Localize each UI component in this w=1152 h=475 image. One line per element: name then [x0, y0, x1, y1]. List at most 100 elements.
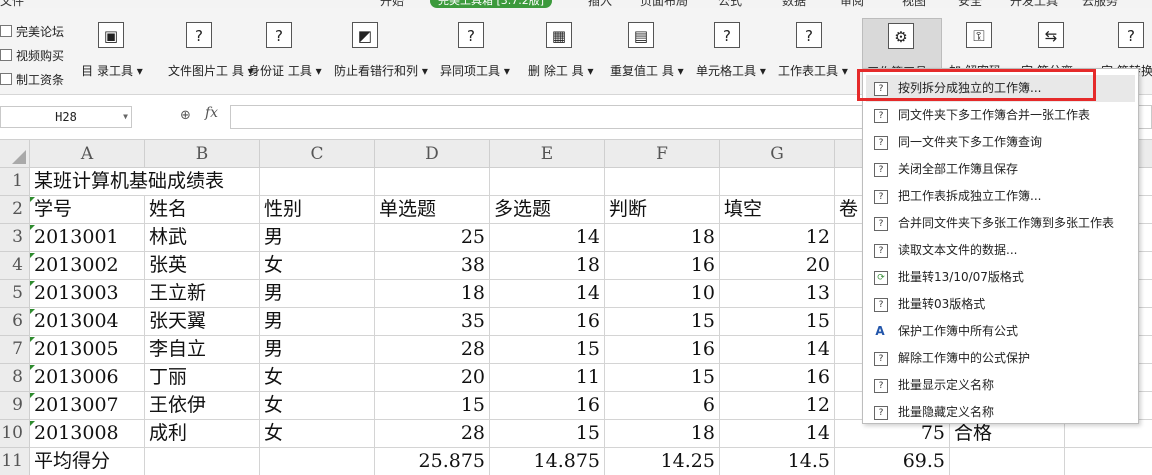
menu-item[interactable]: ? 解除工作簿中的公式保护 [866, 345, 1135, 372]
menu-tab[interactable]: 审阅 [840, 0, 864, 8]
select-all-corner[interactable] [0, 140, 30, 168]
menu-item[interactable]: ? 批量显示定义名称 [866, 372, 1135, 399]
checkbox[interactable] [0, 25, 12, 37]
sheet-cell[interactable]: 男 [260, 308, 375, 336]
sheet-cell[interactable]: 成利 [145, 420, 260, 448]
sheet-cell[interactable]: 丁丽 [145, 364, 260, 392]
sheet-cell[interactable]: 14.25 [605, 448, 720, 475]
ribbon-tool-button[interactable]: ? 文件图片工 具 ▾ [168, 18, 254, 80]
ribbon-tool-button[interactable]: ◩ 防止看错行和列 ▾ [334, 18, 428, 80]
sheet-cell[interactable]: 2013001 [30, 224, 145, 252]
sheet-cell[interactable]: 女 [260, 392, 375, 420]
sheet-cell[interactable]: 28 [375, 336, 490, 364]
menu-tab[interactable]: 视图 [902, 0, 926, 8]
sheet-cell[interactable]: 14 [720, 336, 835, 364]
column-header[interactable]: B [145, 140, 260, 168]
sheet-cell[interactable]: 15 [375, 392, 490, 420]
row-header[interactable]: 4 [0, 252, 30, 280]
sheet-cell[interactable]: 12 [720, 392, 835, 420]
sheet-cell[interactable] [605, 168, 720, 196]
checkbox[interactable] [0, 73, 12, 85]
sheet-cell[interactable]: 学号 [30, 196, 145, 224]
menu-item[interactable]: ⟳ 批量转13/10/07版格式 [866, 264, 1135, 291]
sheet-cell[interactable]: 性别 [260, 196, 375, 224]
sheet-cell[interactable]: 11 [490, 364, 605, 392]
sheet-cell[interactable] [145, 168, 260, 196]
row-header[interactable]: 5 [0, 280, 30, 308]
row-header[interactable]: 10 [0, 420, 30, 448]
sheet-cell[interactable]: 男 [260, 224, 375, 252]
sheet-cell[interactable]: 男 [260, 280, 375, 308]
menu-item[interactable]: A 保护工作簿中所有公式 [866, 318, 1135, 345]
checkbox[interactable] [0, 49, 12, 61]
sheet-cell[interactable]: 10 [605, 280, 720, 308]
ribbon-tool-button[interactable]: ? 异同项工具 ▾ [440, 18, 510, 80]
menu-item[interactable]: ? 关闭全部工作簿且保存 [866, 156, 1135, 183]
column-header[interactable]: A [30, 140, 145, 168]
sheet-cell[interactable]: 18 [375, 280, 490, 308]
ribbon-tool-button[interactable]: ▣ 目 录工具 ▾ [81, 18, 143, 80]
sheet-cell[interactable]: 25.875 [375, 448, 490, 475]
sheet-cell[interactable]: 20 [375, 364, 490, 392]
sheet-cell[interactable]: 判断 [605, 196, 720, 224]
row-header[interactable]: 7 [0, 336, 30, 364]
sheet-cell[interactable]: 男 [260, 336, 375, 364]
sheet-cell[interactable] [950, 448, 1065, 475]
sheet-cell[interactable] [1065, 448, 1152, 475]
row-header[interactable]: 3 [0, 224, 30, 252]
menu-tab[interactable]: 页面布局 [640, 0, 688, 8]
sheet-cell[interactable]: 女 [260, 252, 375, 280]
row-header[interactable]: 2 [0, 196, 30, 224]
sheet-cell[interactable] [260, 448, 375, 475]
sheet-cell[interactable]: 王立新 [145, 280, 260, 308]
ribbon-tool-button[interactable]: ▦ 删 除工 具 ▾ [528, 18, 593, 80]
sheet-cell[interactable]: 16 [490, 392, 605, 420]
column-header[interactable]: F [605, 140, 720, 168]
sheet-cell[interactable]: 单选题 [375, 196, 490, 224]
sheet-cell[interactable]: 平均得分 [30, 448, 145, 475]
sheet-cell[interactable]: 2013007 [30, 392, 145, 420]
name-box[interactable]: H28 ▼ [0, 106, 132, 128]
sheet-cell[interactable]: 林武 [145, 224, 260, 252]
menu-tab[interactable]: 开发工具 [1010, 0, 1058, 8]
sheet-cell[interactable]: 15 [605, 308, 720, 336]
column-header[interactable]: G [720, 140, 835, 168]
ribbon-tool-button[interactable]: ? 单元格工具 ▾ [696, 18, 766, 80]
column-header[interactable]: D [375, 140, 490, 168]
sheet-cell[interactable]: 多选题 [490, 196, 605, 224]
sheet-cell[interactable]: 女 [260, 420, 375, 448]
sheet-cell[interactable]: 15 [490, 336, 605, 364]
menu-tab[interactable]: 云服务 [1082, 0, 1118, 8]
sheet-cell[interactable]: 李自立 [145, 336, 260, 364]
menu-tab[interactable]: 完美工具箱 [3.7.2版] [430, 0, 553, 8]
sheet-cell[interactable] [260, 168, 375, 196]
sheet-cell[interactable]: 姓名 [145, 196, 260, 224]
menu-tab[interactable]: 公式 [718, 0, 742, 8]
sheet-cell[interactable]: 69.5 [835, 448, 950, 475]
row-header[interactable]: 6 [0, 308, 30, 336]
menu-item[interactable]: ? 同一文件夹下多工作簿查询 [866, 129, 1135, 156]
sheet-cell[interactable]: 12 [720, 224, 835, 252]
ribbon-option[interactable]: 完美论坛 [0, 22, 64, 42]
sheet-cell[interactable] [145, 448, 260, 475]
sheet-cell[interactable]: 25 [375, 224, 490, 252]
ribbon-option[interactable]: 视频购买 [0, 46, 64, 66]
sheet-cell[interactable]: 填空 [720, 196, 835, 224]
sheet-cell[interactable]: 15 [605, 364, 720, 392]
column-header[interactable]: E [490, 140, 605, 168]
menu-item[interactable]: ? 把工作表拆成独立工作簿... [866, 183, 1135, 210]
fx-icon[interactable]: fx [205, 105, 218, 121]
sheet-cell[interactable]: 38 [375, 252, 490, 280]
sheet-cell[interactable]: 15 [720, 308, 835, 336]
sheet-cell[interactable]: 张英 [145, 252, 260, 280]
column-header[interactable]: C [260, 140, 375, 168]
sheet-cell[interactable]: 2013008 [30, 420, 145, 448]
sheet-cell[interactable]: 35 [375, 308, 490, 336]
sheet-cell[interactable]: 2013002 [30, 252, 145, 280]
sheet-cell[interactable]: 张天翼 [145, 308, 260, 336]
sheet-cell[interactable]: 某班计算机基础成绩表 [30, 168, 224, 196]
ribbon-option[interactable]: 制工资条 [0, 70, 64, 90]
sheet-cell[interactable]: 王依伊 [145, 392, 260, 420]
menu-tab[interactable]: 安全 [958, 0, 982, 8]
sheet-cell[interactable]: 18 [490, 252, 605, 280]
